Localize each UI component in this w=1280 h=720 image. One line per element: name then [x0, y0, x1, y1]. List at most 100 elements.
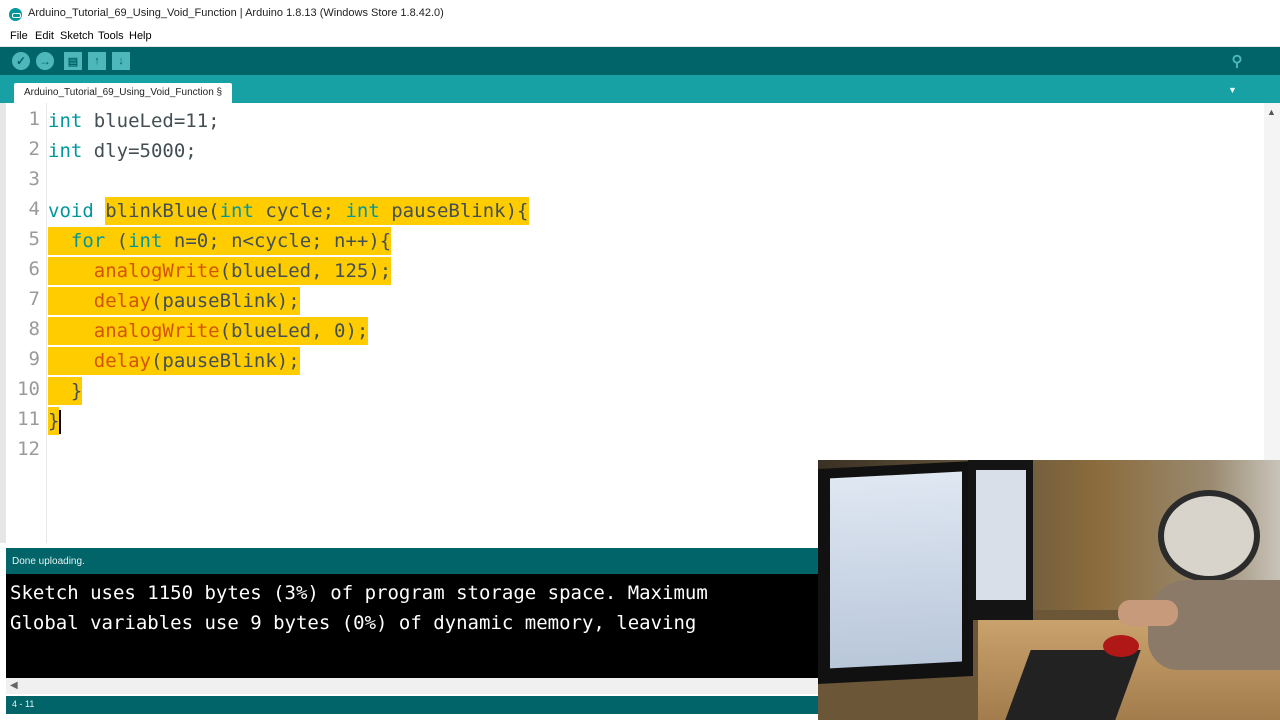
tab-menu-chevron-icon[interactable]: ▼: [1228, 85, 1242, 95]
selected-code: }: [48, 377, 83, 405]
arrow-down-icon: ↓: [118, 55, 124, 67]
arrow-right-icon: →: [39, 54, 51, 68]
line-number: 10: [17, 378, 40, 400]
line-number: 4: [28, 198, 40, 220]
code-line[interactable]: }: [48, 407, 62, 435]
code-token: }: [70, 380, 83, 402]
code-token: blueLed=11;: [82, 110, 220, 132]
save-sketch-button[interactable]: ↓: [112, 52, 130, 70]
code-token: n=0; n<cycle; n++){: [162, 230, 392, 252]
checkmark-icon: ✓: [15, 54, 27, 68]
new-sketch-button[interactable]: ▤: [64, 52, 82, 70]
menu-sketch[interactable]: Sketch: [60, 30, 94, 42]
selected-code: analogWrite(blueLed, 0);: [48, 317, 369, 345]
code-token-keyword: int: [128, 230, 163, 252]
code-token: (blueLed, 0);: [219, 320, 369, 342]
selected-code: blinkBlue(int cycle; int pauseBlink){: [105, 197, 529, 225]
menu-bar: File Edit Sketch Tools Help: [0, 28, 1280, 47]
text-caret: [59, 409, 62, 434]
code-line[interactable]: int dly=5000;: [48, 137, 197, 165]
selected-code: delay(pauseBlink);: [48, 347, 300, 375]
code-token-function: delay: [93, 290, 151, 312]
code-line[interactable]: analogWrite(blueLed, 0);: [48, 317, 369, 345]
code-token: cycle;: [253, 200, 346, 222]
title-bar: Arduino_Tutorial_69_Using_Void_Function …: [0, 0, 1280, 29]
line-number: 12: [17, 438, 40, 460]
line-number: 9: [28, 348, 40, 370]
open-sketch-button[interactable]: ↑: [88, 52, 106, 70]
code-token-keyword: int: [345, 200, 380, 222]
selected-code: analogWrite(blueLed, 125);: [48, 257, 392, 285]
code-token-keyword: void: [48, 200, 94, 222]
console-line: Sketch uses 1150 bytes (3%) of program s…: [10, 582, 708, 604]
webcam-monitor-screen: [830, 471, 962, 669]
code-line[interactable]: analogWrite(blueLed, 125);: [48, 257, 392, 285]
serial-monitor-button[interactable]: ⚲: [1228, 52, 1246, 70]
webcam-overlay: [818, 460, 1280, 720]
status-message: Done uploading.: [12, 556, 85, 567]
line-number: 1: [28, 108, 40, 130]
verify-button[interactable]: ✓: [12, 52, 30, 70]
webcam-monitor: [968, 460, 1033, 620]
line-number-gutter: 1 2 3 4 5 6 7 8 9 10 11 12: [6, 103, 47, 543]
console-horizontal-scrollbar[interactable]: ◀: [6, 678, 818, 694]
scroll-left-icon[interactable]: ◀: [10, 680, 18, 691]
menu-file[interactable]: File: [10, 30, 28, 42]
upload-button[interactable]: →: [36, 52, 54, 70]
code-line[interactable]: }: [48, 377, 83, 405]
code-line[interactable]: delay(pauseBlink);: [48, 347, 300, 375]
menu-tools[interactable]: Tools: [98, 30, 124, 42]
webcam-mouse: [1103, 635, 1139, 657]
code-token: }: [48, 410, 60, 432]
selected-code: for (int n=0; n<cycle; n++){: [48, 227, 392, 255]
code-token: dly=5000;: [82, 140, 197, 162]
webcam-monitor-screen: [976, 470, 1026, 600]
toolbar: ✓ → ▤ ↑ ↓ ⚲: [0, 47, 1280, 75]
code-line[interactable]: void blinkBlue(int cycle; int pauseBlink…: [48, 197, 529, 225]
line-number: 2: [28, 138, 40, 160]
arduino-app-icon: [9, 8, 22, 21]
magnifier-icon: ⚲: [1231, 53, 1243, 70]
selected-code: }: [48, 407, 60, 435]
code-token: pauseBlink){: [379, 200, 529, 222]
code-token: (: [105, 230, 129, 252]
line-number: 11: [17, 408, 40, 430]
webcam-hand: [1118, 600, 1178, 626]
new-file-icon: ▤: [67, 55, 79, 68]
code-token: blinkBlue(: [105, 200, 220, 222]
code-token-keyword: int: [48, 110, 83, 132]
code-token-function: analogWrite: [93, 260, 220, 282]
code-token: (pauseBlink);: [150, 290, 300, 312]
webcam-wall-sign: [1158, 490, 1260, 582]
code-token: (blueLed, 125);: [219, 260, 392, 282]
code-line[interactable]: int blueLed=11;: [48, 107, 220, 135]
line-number: 5: [28, 228, 40, 250]
scroll-up-icon[interactable]: ▲: [1267, 107, 1276, 117]
code-token: (pauseBlink);: [150, 350, 300, 372]
tab-bar: Arduino_Tutorial_69_Using_Void_Function …: [0, 75, 1280, 103]
arrow-up-icon: ↑: [94, 55, 100, 67]
selected-code: delay(pauseBlink);: [48, 287, 300, 315]
line-number: 3: [28, 168, 40, 190]
menu-help[interactable]: Help: [129, 30, 152, 42]
webcam-monitor: [818, 460, 973, 685]
tab-sketch[interactable]: Arduino_Tutorial_69_Using_Void_Function …: [14, 83, 233, 103]
code-token-keyword: for: [70, 230, 106, 252]
code-line[interactable]: for (int n=0; n<cycle; n++){: [48, 227, 392, 255]
line-number: 8: [28, 318, 40, 340]
menu-edit[interactable]: Edit: [35, 30, 54, 42]
window-title: Arduino_Tutorial_69_Using_Void_Function …: [28, 7, 444, 19]
code-token-function: analogWrite: [93, 320, 220, 342]
code-line[interactable]: delay(pauseBlink);: [48, 287, 300, 315]
cursor-position: 4 - 11: [12, 699, 35, 709]
line-number: 6: [28, 258, 40, 280]
line-number: 7: [28, 288, 40, 310]
code-token-keyword: int: [219, 200, 254, 222]
